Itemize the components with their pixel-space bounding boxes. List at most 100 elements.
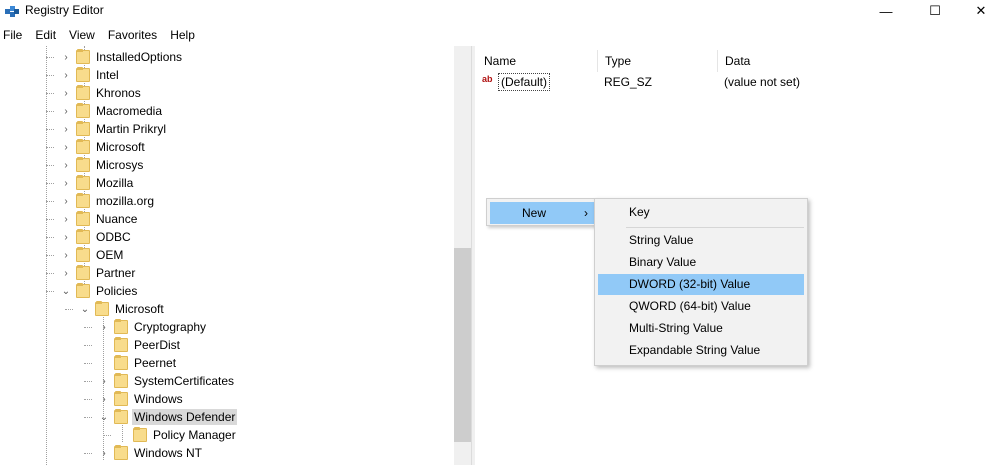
value-name-default[interactable]: (Default) bbox=[498, 73, 551, 91]
column-header-data[interactable]: Data bbox=[717, 50, 750, 72]
tree-item-label: mozilla.org bbox=[96, 194, 155, 208]
tree-item[interactable]: Peernet bbox=[98, 354, 178, 372]
tree-item[interactable]: › Windows NT bbox=[98, 444, 204, 462]
tree-guide-line bbox=[46, 183, 54, 184]
tree-guide-line bbox=[46, 111, 54, 112]
chevron-right-icon[interactable]: › bbox=[60, 214, 72, 225]
tree-item-label: Mozilla bbox=[96, 176, 134, 190]
tree-item[interactable]: ⌄ Microsoft bbox=[79, 300, 166, 318]
chevron-down-icon[interactable]: ⌄ bbox=[60, 286, 72, 297]
chevron-right-icon[interactable]: › bbox=[60, 106, 72, 117]
submenu-multi-string-value[interactable]: Multi-String Value bbox=[598, 318, 804, 339]
tree-item[interactable]: › mozilla.org bbox=[60, 192, 156, 210]
tree-item[interactable]: › SystemCertificates bbox=[98, 372, 236, 390]
tree-item[interactable]: › Khronos bbox=[60, 84, 143, 102]
submenu-binary-value[interactable]: Binary Value bbox=[598, 252, 804, 273]
chevron-right-icon[interactable]: › bbox=[98, 322, 110, 333]
value-data: (value not set) bbox=[724, 75, 801, 89]
close-button[interactable]: ✕ bbox=[958, 0, 996, 22]
tree-guide-line bbox=[84, 381, 92, 382]
submenu-qword-value[interactable]: QWORD (64-bit) Value bbox=[598, 296, 804, 317]
tree-scrollbar-thumb[interactable] bbox=[454, 248, 471, 442]
tree-guide-line bbox=[84, 327, 92, 328]
tree-item[interactable]: Policy Manager bbox=[117, 426, 238, 444]
tree-guide-line bbox=[84, 453, 92, 454]
tree-guide-line bbox=[46, 75, 54, 76]
maximize-button[interactable]: ☐ bbox=[912, 0, 958, 22]
tree-item[interactable]: PeerDist bbox=[98, 336, 182, 354]
tree-item-label: Microsoft bbox=[115, 302, 164, 316]
submenu-string-value[interactable]: String Value bbox=[598, 230, 804, 251]
chevron-right-icon[interactable]: › bbox=[60, 250, 72, 261]
chevron-right-icon[interactable]: › bbox=[60, 232, 72, 243]
tree-item[interactable]: › Cryptography bbox=[98, 318, 208, 336]
chevron-right-icon[interactable]: › bbox=[60, 196, 72, 207]
menu-bar: File Edit View Favorites Help bbox=[0, 26, 205, 44]
tree-item-label: PeerDist bbox=[134, 338, 181, 352]
chevron-right-icon[interactable]: › bbox=[98, 376, 110, 387]
chevron-right-icon[interactable]: › bbox=[98, 394, 110, 405]
context-menu-new-label: New bbox=[522, 206, 547, 220]
folder-icon bbox=[95, 301, 109, 316]
menu-favorites[interactable]: Favorites bbox=[105, 26, 163, 44]
tree-item[interactable]: › Mozilla bbox=[60, 174, 135, 192]
column-header-name[interactable]: Name bbox=[476, 50, 516, 72]
submenu-dword-value[interactable]: DWORD (32-bit) Value bbox=[598, 274, 804, 295]
registry-tree[interactable]: › InstalledOptions › Intel › Khronos › Macromed… bbox=[0, 46, 471, 465]
tree-item[interactable]: › Microsoft bbox=[60, 138, 147, 156]
folder-icon bbox=[76, 211, 90, 226]
chevron-down-icon[interactable]: ⌄ bbox=[79, 304, 91, 315]
chevron-right-icon[interactable]: › bbox=[60, 88, 72, 99]
chevron-right-icon[interactable]: › bbox=[60, 268, 72, 279]
tree-item[interactable]: › ODBC bbox=[60, 228, 133, 246]
context-menu-new[interactable]: New › bbox=[490, 202, 594, 224]
chevron-right-icon[interactable]: › bbox=[60, 178, 72, 189]
tree-item-label: Macromedia bbox=[96, 104, 163, 118]
folder-icon bbox=[76, 229, 90, 244]
tree-guide-line bbox=[84, 363, 92, 364]
chevron-down-icon[interactable]: ⌄ bbox=[98, 412, 110, 423]
window-title: Registry Editor bbox=[25, 3, 104, 17]
tree-item[interactable]: ⌄ Windows Defender bbox=[98, 408, 238, 426]
tree-item[interactable]: › Martin Prikryl bbox=[60, 120, 168, 138]
tree-item[interactable]: › Nuance bbox=[60, 210, 139, 228]
chevron-right-icon[interactable]: › bbox=[60, 142, 72, 153]
tree-item[interactable]: › Windows bbox=[98, 390, 185, 408]
chevron-right-icon[interactable]: › bbox=[60, 160, 72, 171]
tree-item[interactable]: › Intel bbox=[60, 66, 121, 84]
tree-item-label: Cryptography bbox=[134, 320, 207, 334]
menu-view[interactable]: View bbox=[66, 26, 101, 44]
column-header-type[interactable]: Type bbox=[597, 50, 631, 72]
chevron-right-icon[interactable]: › bbox=[98, 448, 110, 459]
tree-item[interactable]: › Macromedia bbox=[60, 102, 164, 120]
menu-help[interactable]: Help bbox=[167, 26, 201, 44]
menu-file[interactable]: File bbox=[0, 26, 28, 44]
tree-item-label: Microsys bbox=[96, 158, 144, 172]
submenu-key[interactable]: Key bbox=[598, 202, 804, 223]
chevron-right-icon[interactable]: › bbox=[60, 70, 72, 81]
chevron-right-icon[interactable]: › bbox=[60, 52, 72, 63]
folder-icon bbox=[114, 391, 128, 406]
tree-item[interactable]: › OEM bbox=[60, 246, 125, 264]
folder-icon bbox=[76, 193, 90, 208]
folder-icon bbox=[76, 139, 90, 154]
tree-guide-line bbox=[84, 345, 92, 346]
tree-item[interactable]: ⌄ Policies bbox=[60, 282, 139, 300]
tree-item-label: Partner bbox=[96, 266, 136, 280]
minimize-button[interactable]: — bbox=[863, 0, 909, 22]
chevron-right-icon[interactable]: › bbox=[60, 124, 72, 135]
folder-icon bbox=[114, 319, 128, 334]
tree-item[interactable]: › Microsys bbox=[60, 156, 145, 174]
menu-edit[interactable]: Edit bbox=[32, 26, 62, 44]
tree-guide-line bbox=[46, 57, 54, 58]
value-type: REG_SZ bbox=[604, 75, 653, 89]
folder-icon bbox=[76, 175, 90, 190]
string-value-icon: ab bbox=[482, 74, 493, 84]
submenu-expandable-string-value[interactable]: Expandable String Value bbox=[598, 340, 804, 361]
tree-item-label: InstalledOptions bbox=[96, 50, 183, 64]
tree-item-label: Policies bbox=[96, 284, 138, 298]
tree-item[interactable]: › InstalledOptions bbox=[60, 48, 184, 66]
folder-icon bbox=[76, 247, 90, 262]
tree-item[interactable]: › Partner bbox=[60, 264, 137, 282]
pane-splitter[interactable] bbox=[471, 46, 475, 465]
